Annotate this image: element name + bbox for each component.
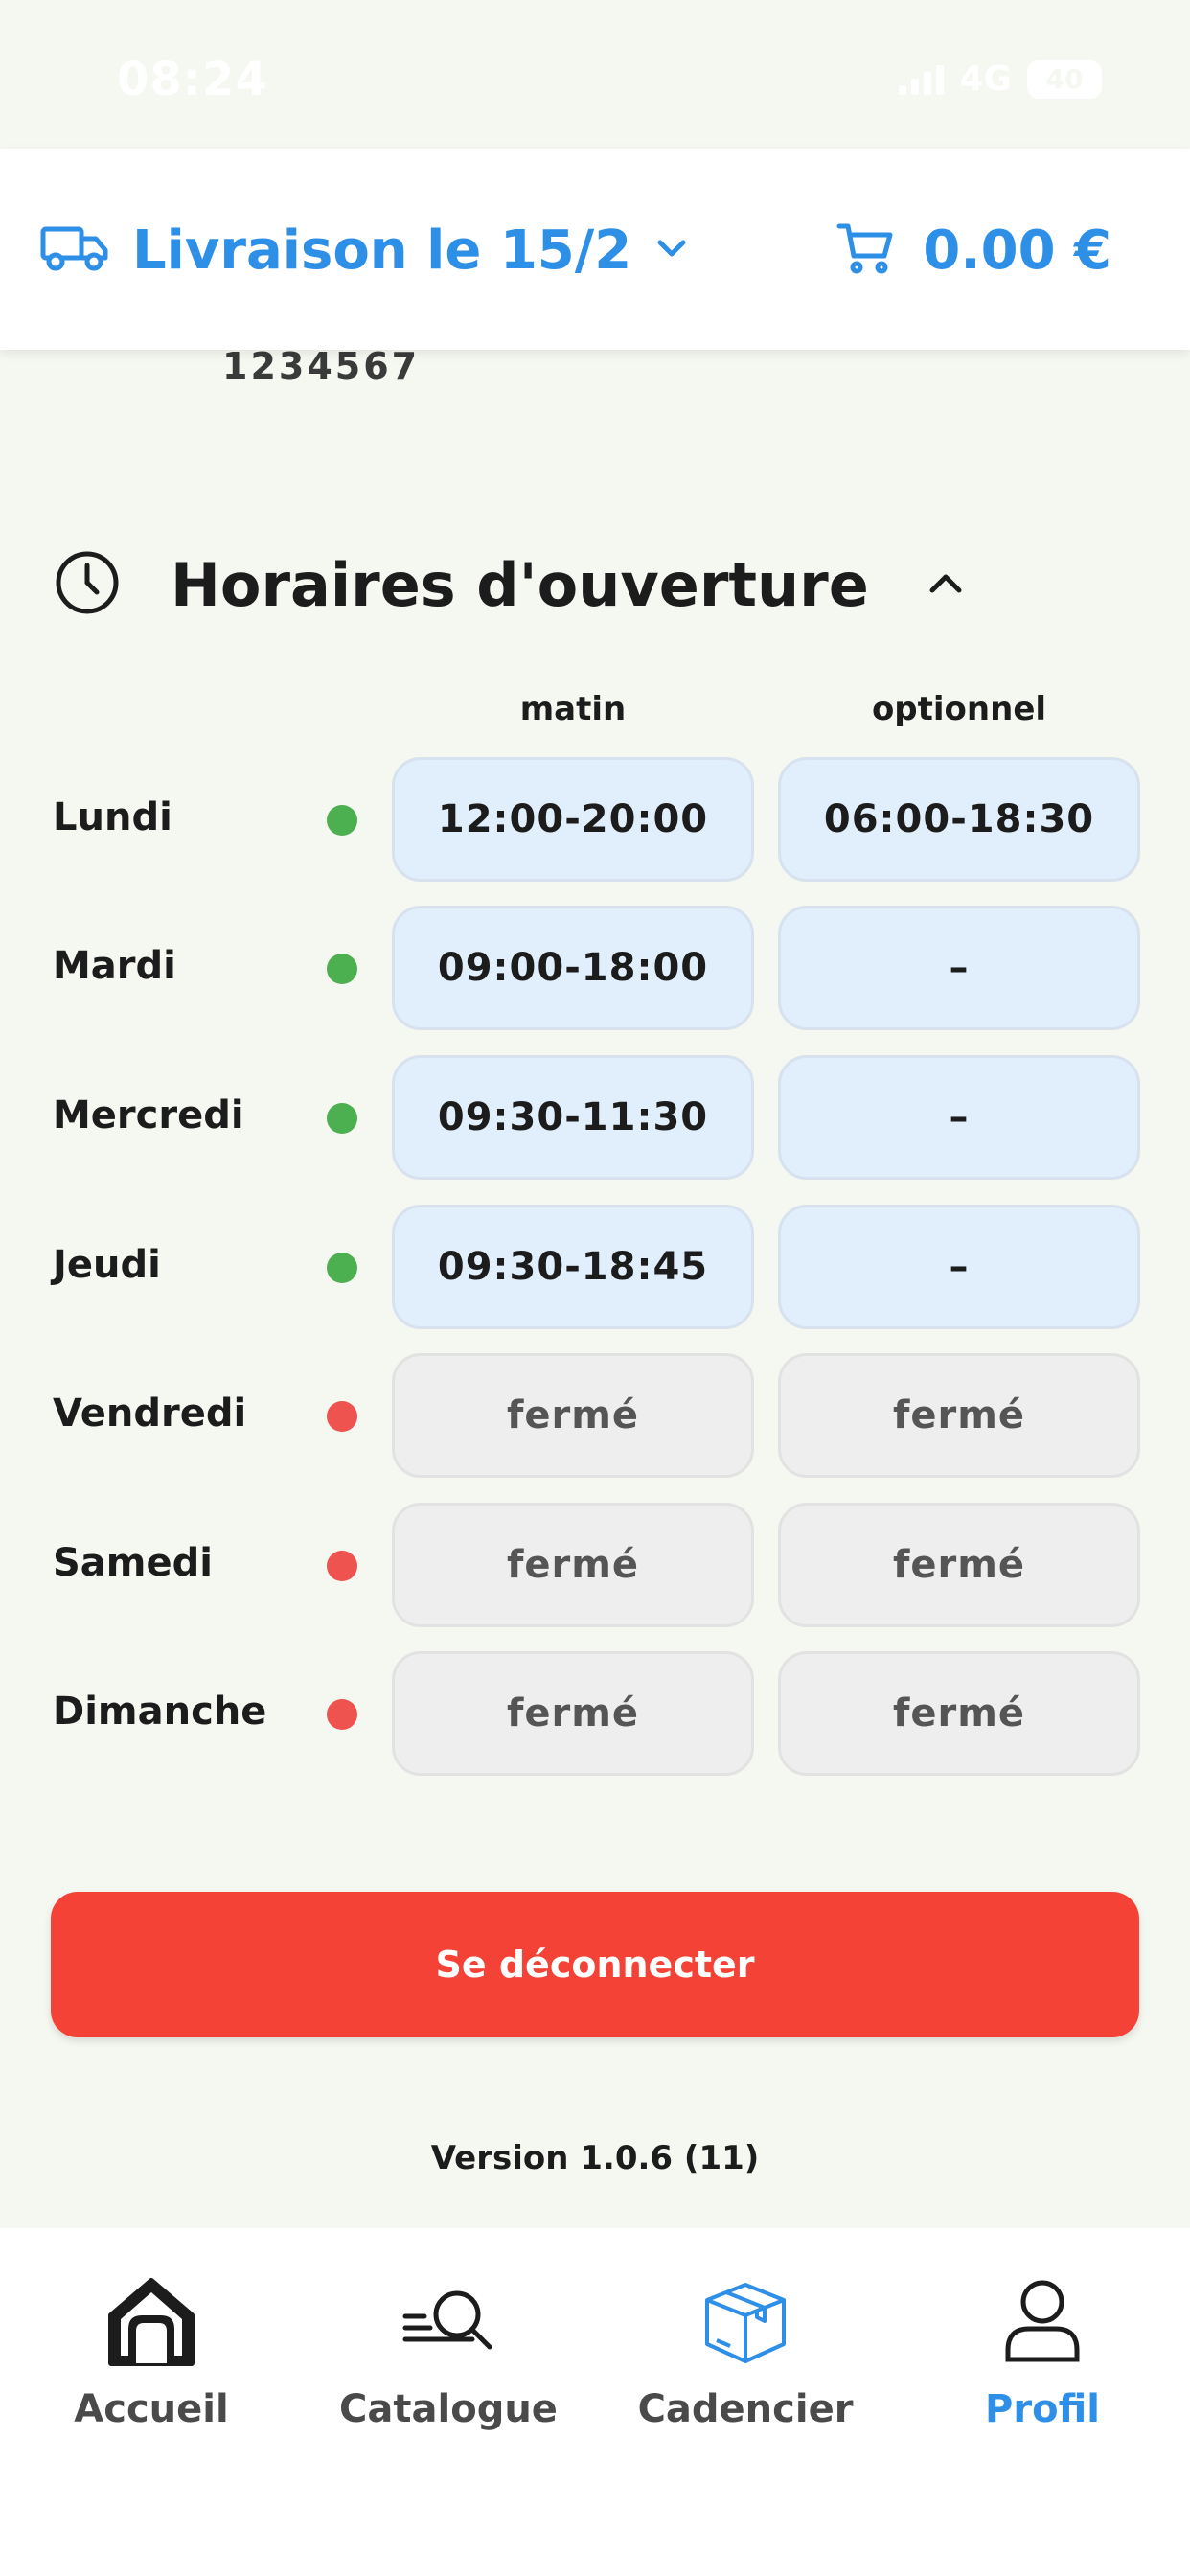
nav-label-home: Accueil: [74, 2387, 229, 2431]
status-time: 08:24: [117, 53, 268, 106]
time-slot-optional[interactable]: –: [778, 906, 1140, 1030]
time-slot-optional[interactable]: fermé: [778, 1503, 1140, 1627]
status-dot-open: [327, 1253, 357, 1283]
day-row-tuesday: Mardi 09:00-18:00 –: [0, 906, 1190, 1030]
nav-item-home[interactable]: Accueil: [3, 2268, 300, 2441]
day-name: Dimanche: [53, 1690, 267, 1734]
status-dot-open: [327, 805, 357, 836]
box-icon: [693, 2268, 798, 2374]
day-row-monday: Lundi 12:00-20:00 06:00-18:30: [0, 757, 1190, 882]
nav-item-cadencier[interactable]: Cadencier: [597, 2268, 894, 2441]
truck-icon: [40, 223, 109, 277]
column-header-optional: optionnel: [871, 690, 1047, 728]
network-type: 4G: [959, 59, 1012, 99]
bottom-nav: Accueil Catalogue Cadencier Profil: [0, 2228, 1190, 2576]
phone-number: 1234567: [222, 345, 421, 387]
nav-label-cadencier: Cadencier: [637, 2387, 854, 2431]
battery-icon: 40: [1027, 59, 1102, 99]
day-row-thursday: Jeudi 09:30-18:45 –: [0, 1205, 1190, 1329]
column-header-morning: matin: [519, 690, 627, 728]
day-row-saturday: Samedi fermé fermé: [0, 1503, 1190, 1627]
day-name: Vendredi: [53, 1392, 247, 1436]
cart-button[interactable]: 0.00 €: [836, 214, 1111, 287]
user-icon: [990, 2268, 1095, 2374]
chevron-up-icon[interactable]: [927, 569, 965, 600]
chevron-down-icon: [654, 237, 689, 264]
time-slot-morning[interactable]: fermé: [392, 1353, 754, 1478]
day-name: Jeudi: [53, 1243, 161, 1287]
delivery-date-label: Livraison le 15/2: [132, 218, 632, 282]
opening-hours-header[interactable]: Horaires d'ouverture: [54, 546, 1012, 623]
day-name: Samedi: [53, 1541, 213, 1585]
app-header: Livraison le 15/2 0.00 €: [0, 149, 1190, 350]
status-dot-closed: [327, 1699, 357, 1730]
signal-icon: [899, 64, 945, 95]
time-slot-optional[interactable]: 06:00-18:30: [778, 757, 1140, 882]
day-row-sunday: Dimanche fermé fermé: [0, 1651, 1190, 1776]
time-slot-morning[interactable]: 09:30-11:30: [392, 1055, 754, 1180]
nav-label-catalog: Catalogue: [339, 2387, 558, 2431]
delivery-date-selector[interactable]: Livraison le 15/2: [40, 214, 689, 287]
status-indicators: 4G 40: [899, 59, 1102, 99]
time-slot-morning[interactable]: fermé: [392, 1503, 754, 1627]
logout-button[interactable]: Se déconnecter: [51, 1892, 1139, 2037]
day-name: Mercredi: [53, 1093, 244, 1138]
time-slot-morning[interactable]: 09:30-18:45: [392, 1205, 754, 1329]
status-dot-closed: [327, 1551, 357, 1581]
battery-level: 40: [1045, 63, 1084, 95]
day-name: Lundi: [53, 795, 172, 840]
day-name: Mardi: [53, 944, 176, 988]
section-title: Horaires d'ouverture: [171, 549, 869, 620]
nav-label-profile: Profil: [985, 2387, 1100, 2431]
day-row-friday: Vendredi fermé fermé: [0, 1353, 1190, 1478]
status-bar: 08:24 4G 40: [0, 0, 1190, 149]
time-slot-optional[interactable]: fermé: [778, 1651, 1140, 1776]
time-slot-optional[interactable]: fermé: [778, 1353, 1140, 1478]
nav-item-profile[interactable]: Profil: [894, 2268, 1190, 2441]
status-dot-closed: [327, 1401, 357, 1432]
time-slot-optional[interactable]: –: [778, 1205, 1140, 1329]
time-slot-morning[interactable]: 12:00-20:00: [392, 757, 754, 882]
clock-icon: [54, 549, 121, 620]
status-dot-open: [327, 1103, 357, 1134]
status-dot-open: [327, 954, 357, 984]
nav-item-catalog[interactable]: Catalogue: [300, 2268, 597, 2441]
time-slot-morning[interactable]: 09:00-18:00: [392, 906, 754, 1030]
time-slot-morning[interactable]: fermé: [392, 1651, 754, 1776]
cart-icon: [836, 221, 894, 279]
app-version: Version 1.0.6 (11): [430, 2139, 760, 2177]
time-slot-optional[interactable]: –: [778, 1055, 1140, 1180]
day-row-wednesday: Mercredi 09:30-11:30 –: [0, 1055, 1190, 1180]
home-icon: [99, 2268, 204, 2374]
search-catalog-icon: [396, 2268, 501, 2374]
cart-total: 0.00 €: [923, 218, 1111, 282]
